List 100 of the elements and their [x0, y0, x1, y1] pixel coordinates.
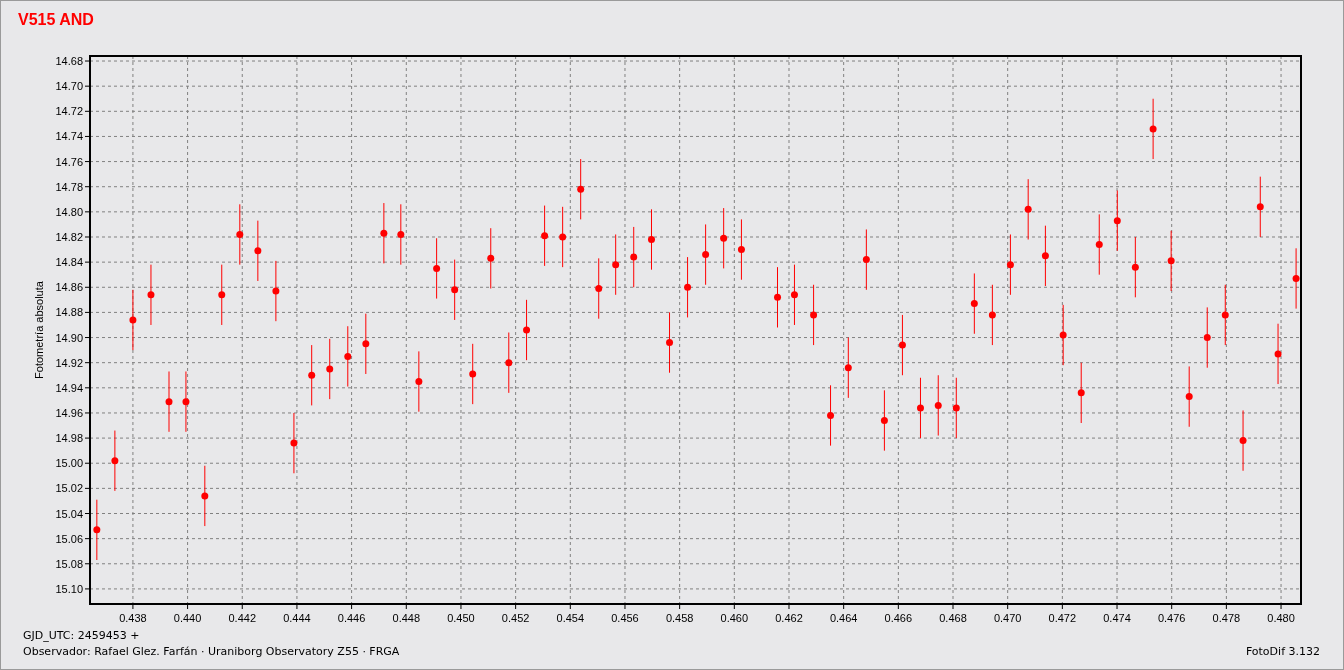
- data-point: [182, 371, 190, 433]
- data-point: [917, 377, 924, 439]
- data-point: [702, 223, 710, 286]
- data-point: [1006, 234, 1014, 296]
- data-point: [648, 208, 655, 271]
- y-tick-label: 14.70: [55, 80, 83, 93]
- data-point: [577, 158, 585, 220]
- data-point: [1203, 306, 1211, 369]
- data-point: [326, 338, 334, 400]
- data-point: [684, 256, 692, 318]
- y-tick-label: 14.80: [55, 205, 83, 218]
- data-point: [1185, 365, 1193, 428]
- x-tick-label: 0.466: [884, 612, 913, 624]
- x-tick-label: 0.476: [1157, 612, 1186, 624]
- data-point: [595, 257, 603, 320]
- data-point: [254, 220, 262, 282]
- data-point: [290, 412, 298, 474]
- x-tick-label: 0.480: [1267, 612, 1295, 624]
- data-point: [344, 325, 352, 388]
- data-point: [541, 205, 549, 267]
- data-point: [666, 311, 674, 374]
- data-point: [1041, 225, 1049, 287]
- data-point: [880, 389, 888, 452]
- data-point: [720, 207, 728, 269]
- data-point: [147, 264, 155, 326]
- y-tick-label: 15.10: [55, 582, 83, 595]
- data-point: [380, 202, 388, 264]
- x-tick-label: 0.446: [337, 612, 366, 624]
- data-point: [201, 465, 209, 527]
- data-point: [612, 234, 620, 296]
- x-tick-label: 0.474: [1103, 612, 1131, 624]
- y-tick-label: 14.86: [55, 281, 83, 294]
- y-tick-label: 14.84: [55, 256, 83, 269]
- data-point: [1256, 176, 1264, 238]
- data-point: [774, 266, 781, 328]
- y-tick-label: 14.90: [55, 331, 83, 344]
- data-point: [111, 430, 119, 492]
- data-point: [1059, 304, 1067, 366]
- x-tick-label: 0.456: [611, 612, 639, 624]
- y-tick-label: 14.94: [55, 381, 83, 394]
- y-tick-label: 14.96: [55, 406, 83, 419]
- y-tick-label: 14.76: [55, 155, 83, 168]
- data-point: [1113, 190, 1121, 252]
- data-point: [810, 284, 818, 346]
- x-tick-label: 0.468: [939, 612, 967, 624]
- data-point: [898, 314, 906, 376]
- y-tick-label: 14.88: [55, 306, 83, 319]
- data-point: [970, 272, 978, 335]
- data-point: [844, 337, 852, 399]
- x-tick-label: 0.478: [1212, 612, 1241, 624]
- data-point: [934, 374, 942, 437]
- y-tick-label: 14.74: [55, 130, 83, 143]
- x-tick-label: 0.454: [556, 612, 585, 624]
- data-point: [272, 260, 280, 322]
- data-point: [1167, 230, 1175, 292]
- x-tick-label: 0.448: [392, 612, 421, 624]
- data-point: [165, 371, 173, 433]
- y-tick-label: 15.02: [55, 482, 83, 495]
- data-point: [1131, 236, 1139, 298]
- y-tick-label: 14.68: [55, 55, 83, 68]
- date-label: GJD_UTC: 2459453 +: [23, 629, 140, 642]
- data-point: [1077, 362, 1085, 424]
- data-point: [1239, 409, 1247, 472]
- y-tick-label: 15.00: [55, 457, 83, 470]
- data-point: [415, 350, 423, 413]
- data-point: [1274, 323, 1282, 385]
- y-tick-label: 14.82: [55, 231, 83, 243]
- y-tick-label: 14.72: [55, 105, 83, 118]
- data-point: [523, 299, 531, 361]
- x-tick-label: 0.452: [501, 612, 530, 624]
- data-point: [737, 218, 745, 281]
- data-point: [469, 343, 477, 405]
- version-label: FotoDif 3.132: [1245, 645, 1320, 658]
- data-point: [487, 227, 495, 289]
- data-point: [952, 377, 960, 439]
- y-tick-label: 15.04: [55, 507, 83, 520]
- x-tick-label: 0.444: [283, 612, 311, 624]
- y-tick-label: 15.08: [55, 557, 83, 570]
- data-point: [451, 259, 459, 321]
- y-tick-label: 15.06: [55, 532, 83, 545]
- data-point: [397, 203, 405, 266]
- y-tick-label: 14.98: [55, 432, 83, 445]
- data-point: [218, 264, 226, 326]
- x-tick-label: 0.464: [829, 612, 858, 624]
- data-point: [1292, 247, 1300, 310]
- x-tick-label: 0.460: [720, 612, 749, 624]
- observer-label: Observador: Rafael Glez. Farfán · Uraniborg Observatory Z55 · FRGA: [23, 645, 400, 658]
- data-point: [790, 264, 798, 326]
- data-point: [1221, 284, 1229, 346]
- x-tick-label: 0.442: [228, 612, 257, 624]
- data-point: [827, 384, 835, 447]
- x-tick-label: 0.462: [775, 612, 803, 624]
- y-tick-label: 14.92: [55, 356, 83, 369]
- x-tick-label: 0.438: [119, 612, 147, 624]
- x-tick-label: 0.458: [665, 612, 694, 624]
- data-point: [988, 284, 996, 346]
- data-point: [1095, 213, 1103, 276]
- data-point: [308, 344, 316, 406]
- data-point: [362, 313, 370, 375]
- data-point: [630, 226, 638, 288]
